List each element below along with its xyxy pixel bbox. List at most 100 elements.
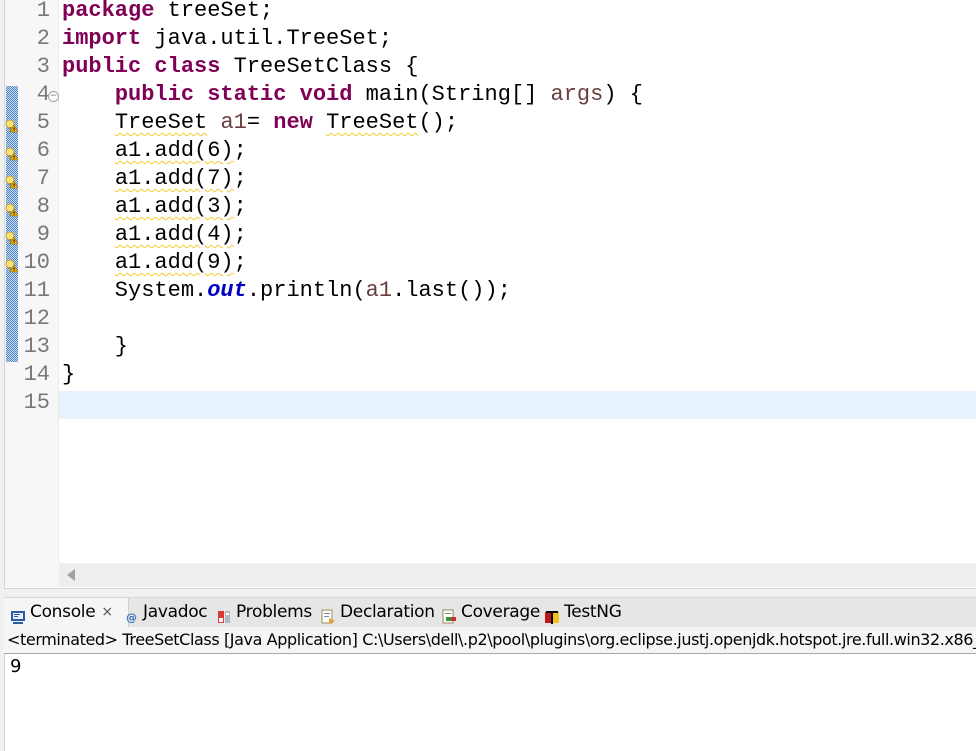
line-number: 8 (36, 194, 50, 219)
console-output-line: 9 (10, 656, 22, 677)
tab-coverage-label: Coverage (461, 602, 541, 622)
line-number: 10 (23, 250, 50, 275)
console-process-label: <terminated> TreeSetClass [Java Applicat… (4, 627, 976, 654)
line-number: 9 (36, 222, 50, 247)
horizontal-scrollbar[interactable] (59, 563, 976, 587)
code-text: } (62, 335, 128, 359)
variable-token: a1 (220, 110, 247, 135)
keyword-token: package (62, 0, 155, 23)
close-icon[interactable]: × (101, 598, 113, 627)
warning-token: a1.add(3) (114, 194, 234, 219)
line-number: 14 (23, 362, 50, 387)
code-line[interactable] (59, 307, 976, 335)
tab-console-label: Console (30, 602, 96, 622)
code-line[interactable]: import java.util.TreeSet; (59, 27, 976, 55)
code-text: a1.add(9); (62, 251, 247, 275)
warning-token: a1.add(9) (114, 250, 234, 275)
code-text: System.out.println(a1.last()); (62, 279, 511, 303)
keyword-token: import (62, 26, 142, 51)
code-line[interactable]: public class TreeSetClass { (59, 55, 976, 83)
tab-problems-label: Problems (236, 602, 312, 622)
code-line[interactable]: package treeSet; (59, 0, 976, 27)
line-number: 15 (23, 390, 50, 415)
code-token: main(String[] (352, 82, 551, 107)
keyword-token: public (62, 54, 142, 79)
code-line[interactable]: System.out.println(a1.last()); (59, 279, 976, 307)
line-number: 13 (23, 334, 50, 359)
line-number: 3 (36, 54, 50, 79)
line-number: 5 (36, 110, 50, 135)
line-number: 4 (36, 82, 50, 107)
quickfix-warning-icon[interactable] (5, 231, 19, 245)
code-text: public static void main(String[] args) { (62, 83, 643, 107)
svg-text:@: @ (126, 611, 137, 624)
code-line[interactable]: } (59, 363, 976, 391)
quickfix-warning-icon[interactable] (5, 175, 19, 189)
keyword-token: class (154, 54, 221, 79)
code-text: public class TreeSetClass { (62, 55, 418, 79)
problems-icon (216, 605, 232, 623)
code-token: java.util.TreeSet; (141, 26, 393, 51)
keyword-token: public (114, 82, 195, 107)
tab-problems[interactable]: Problems (216, 598, 312, 627)
collapse-icon[interactable]: − (48, 91, 59, 102)
current-code-line[interactable] (59, 391, 976, 419)
code-token: ; (233, 138, 247, 163)
keyword-token: void (299, 82, 353, 107)
warning-token: TreeSet (114, 110, 208, 135)
code-token: ; (233, 250, 247, 275)
code-token: ; (233, 166, 247, 191)
tab-testng[interactable]: TestNG (544, 598, 622, 627)
code-token: ; (233, 222, 247, 247)
code-line[interactable]: a1.add(6); (59, 139, 976, 167)
code-token: } (62, 362, 76, 387)
code-line[interactable]: a1.add(4); (59, 223, 976, 251)
code-line[interactable]: a1.add(3); (59, 195, 976, 223)
tab-declaration[interactable]: Declaration (320, 598, 435, 627)
tab-declaration-label: Declaration (340, 602, 435, 622)
tab-coverage[interactable]: Coverage (441, 598, 540, 627)
scroll-left-arrow-icon[interactable] (67, 569, 75, 581)
code-text: a1.add(3); (62, 195, 247, 219)
code-text: a1.add(7); (62, 167, 247, 191)
quickfix-warning-icon[interactable] (5, 203, 19, 217)
code-line[interactable]: a1.add(9); (59, 251, 976, 279)
testng-icon (544, 605, 560, 624)
tab-javadoc[interactable]: @ Javadoc (125, 598, 208, 627)
line-number: 6 (36, 138, 50, 163)
tab-testng-label: TestNG (564, 602, 622, 622)
code-line[interactable]: } (59, 335, 976, 363)
quickfix-warning-icon[interactable] (5, 147, 19, 161)
code-token: .last()); (392, 278, 511, 303)
code-line[interactable]: TreeSet a1= new TreeSet(); (59, 111, 976, 139)
code-area[interactable]: package treeSet; import java.util.TreeSet… (59, 0, 976, 563)
code-text: TreeSet a1= new TreeSet(); (62, 111, 458, 135)
console-output[interactable]: 9 (4, 654, 976, 751)
code-text: } (62, 363, 75, 387)
code-text: a1.add(4); (62, 223, 247, 247)
console-icon (10, 605, 26, 624)
tab-console[interactable]: Console × (4, 598, 129, 627)
warning-token: a1.add(6) (114, 138, 234, 163)
code-token: .println( (246, 278, 366, 303)
warning-token: a1.add(7) (114, 166, 234, 191)
code-editor[interactable]: package treeSet; import java.util.TreeSet… (4, 0, 976, 589)
variable-token: a1 (365, 278, 393, 303)
line-number: 7 (36, 166, 50, 191)
quickfix-warning-icon[interactable] (5, 119, 19, 133)
line-number: 11 (23, 278, 50, 303)
code-line[interactable]: a1.add(7); (59, 167, 976, 195)
code-token: System. (62, 278, 208, 303)
code-line[interactable]: public static void main(String[] args) { (59, 83, 976, 111)
code-text: a1.add(6); (62, 139, 247, 163)
quickfix-warning-icon[interactable] (5, 259, 19, 273)
code-text: package treeSet; (62, 0, 273, 23)
